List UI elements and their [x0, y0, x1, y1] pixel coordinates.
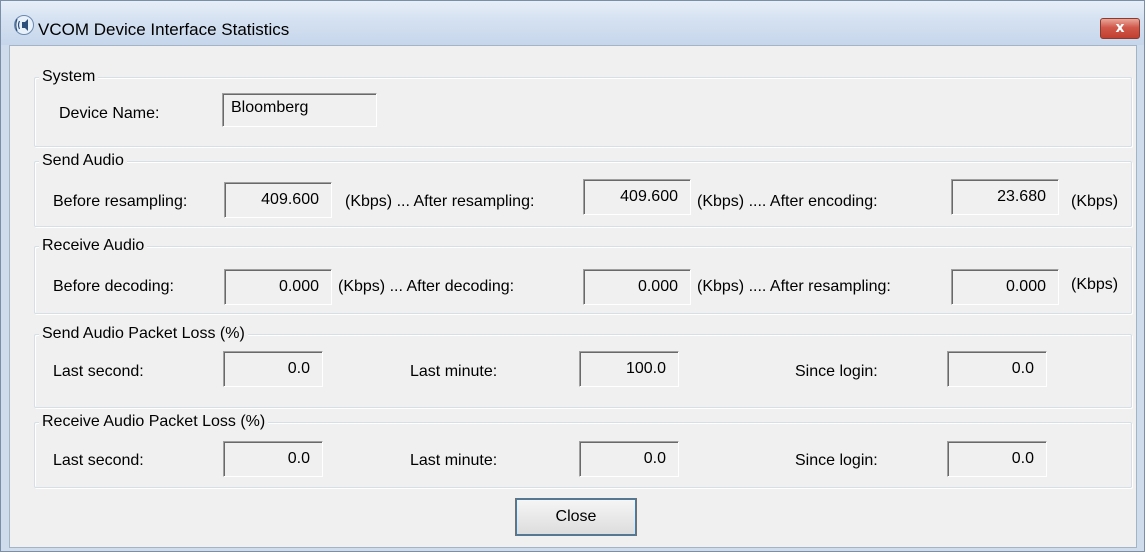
send-before-resampling-label: Before resampling:	[53, 193, 188, 210]
send-packet-loss-group-title: Send Audio Packet Loss (%)	[39, 324, 248, 344]
receive-packet-loss-group-title: Receive Audio Packet Loss (%)	[39, 412, 269, 432]
receive-unit-after-decoding-label: (Kbps) ... After decoding:	[338, 278, 515, 295]
send-packet-loss-group: Send Audio Packet Loss (%) Last second: …	[34, 324, 1132, 408]
speaker-waves-icon	[14, 15, 34, 35]
send-after-resampling-field: 409.600	[583, 179, 691, 215]
send-unit-after-resampling-label: (Kbps) ... After resampling:	[345, 193, 535, 210]
receive-since-login-label: Since login:	[795, 452, 878, 469]
send-after-encoding-field: 23.680	[951, 179, 1059, 215]
send-last-second-label: Last second:	[53, 363, 144, 380]
send-before-resampling-field: 409.600	[224, 182, 332, 218]
dialog-body: System Device Name: Bloomberg Send Audio…	[9, 45, 1137, 548]
dialog-window: VCOM Device Interface Statistics x Syste…	[0, 0, 1145, 552]
send-last-minute-field: 100.0	[579, 351, 679, 387]
device-name-field: Bloomberg	[222, 93, 377, 127]
send-audio-group: Send Audio Before resampling: 409.600 (K…	[34, 151, 1132, 227]
send-last-second-field: 0.0	[223, 351, 323, 387]
receive-packet-loss-group: Receive Audio Packet Loss (%) Last secon…	[34, 412, 1132, 488]
receive-after-resampling-field: 0.000	[951, 269, 1059, 305]
receive-audio-group: Receive Audio Before decoding: 0.000 (Kb…	[34, 236, 1132, 314]
receive-since-login-field: 0.0	[947, 441, 1047, 477]
send-last-minute-label: Last minute:	[410, 363, 498, 380]
close-window-button[interactable]: x	[1100, 18, 1140, 39]
receive-unit-kbps-label: (Kbps)	[1071, 276, 1119, 293]
receive-last-second-field: 0.0	[223, 441, 323, 477]
send-unit-after-encoding-label: (Kbps) .... After encoding:	[697, 193, 878, 210]
receive-before-decoding-field: 0.000	[224, 269, 332, 305]
system-group-title: System	[39, 67, 99, 87]
close-icon: x	[1115, 20, 1125, 36]
receive-after-decoding-field: 0.000	[583, 269, 691, 305]
window-title: VCOM Device Interface Statistics	[38, 20, 290, 39]
close-button[interactable]: Close	[515, 498, 637, 536]
send-since-login-label: Since login:	[795, 363, 878, 380]
send-since-login-field: 0.0	[947, 351, 1047, 387]
receive-last-second-label: Last second:	[53, 452, 144, 469]
receive-unit-after-resampling-label: (Kbps) .... After resampling:	[697, 278, 891, 295]
device-name-label: Device Name:	[59, 105, 160, 122]
receive-last-minute-field: 0.0	[579, 441, 679, 477]
receive-audio-group-title: Receive Audio	[39, 236, 148, 256]
receive-before-decoding-label: Before decoding:	[53, 278, 174, 295]
send-audio-group-title: Send Audio	[39, 151, 127, 171]
title-bar[interactable]: VCOM Device Interface Statistics x	[1, 1, 1144, 45]
system-group: System Device Name: Bloomberg	[34, 67, 1132, 147]
send-unit-kbps-label: (Kbps)	[1071, 193, 1119, 210]
receive-last-minute-label: Last minute:	[410, 452, 498, 469]
